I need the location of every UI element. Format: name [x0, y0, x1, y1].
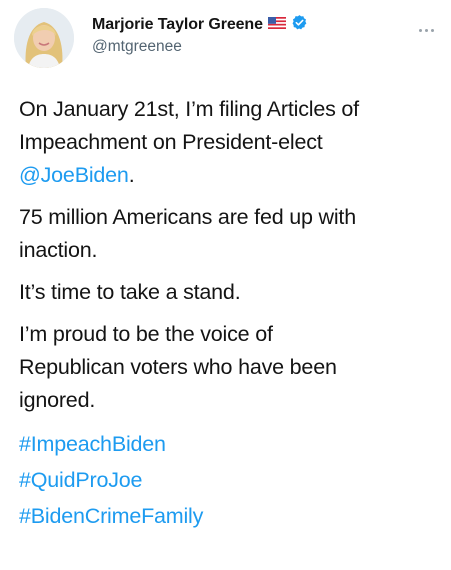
hashtag-link[interactable]: #BidenCrimeFamily	[19, 498, 444, 534]
us-flag-icon	[267, 16, 286, 34]
user-names: Marjorie Taylor Greene @mtgreenee	[92, 14, 308, 56]
hashtag-list: #ImpeachBiden #QuidProJoe #BidenCrimeFam…	[19, 426, 444, 534]
tweet-text-line: I’m proud to be the voice of	[19, 322, 273, 346]
tweet-paragraph-4: I’m proud to be the voice of Republican …	[19, 318, 444, 417]
tweet-paragraph-2: 75 million Americans are fed up with ina…	[19, 201, 444, 267]
more-options-icon[interactable]	[414, 22, 438, 38]
mention-link[interactable]: @JoeBiden	[19, 163, 129, 187]
avatar[interactable]	[14, 8, 74, 68]
display-name[interactable]: Marjorie Taylor Greene	[92, 16, 263, 34]
hashtag-link[interactable]: #ImpeachBiden	[19, 426, 444, 462]
tweet-body: On January 21st, I’m filing Articles of …	[19, 93, 444, 534]
avatar-image	[14, 8, 74, 68]
tweet-paragraph-1: On January 21st, I’m filing Articles of …	[19, 93, 444, 192]
tweet-text-line: Republican voters who have been	[19, 355, 337, 379]
tweet-card: Marjorie Taylor Greene @mtgreenee On Jan…	[0, 0, 451, 570]
tweet-text-line: inaction.	[19, 238, 98, 262]
tweet-header: Marjorie Taylor Greene @mtgreenee	[14, 8, 444, 72]
tweet-text-line: On January 21st, I’m filing Articles of	[19, 97, 359, 121]
display-name-row: Marjorie Taylor Greene	[92, 14, 308, 36]
tweet-text-punctuation: .	[128, 163, 135, 187]
user-handle[interactable]: @mtgreenee	[92, 38, 308, 56]
tweet-paragraph-3: It’s time to take a stand.	[19, 276, 444, 309]
tweet-text-line: Impeachment on President-elect	[19, 130, 323, 154]
tweet-text-line: 75 million Americans are fed up with	[19, 205, 356, 229]
verified-badge-icon	[291, 14, 308, 36]
tweet-text-line: It’s time to take a stand.	[19, 280, 241, 304]
hashtag-link[interactable]: #QuidProJoe	[19, 462, 444, 498]
tweet-text-line: ignored.	[19, 388, 96, 412]
